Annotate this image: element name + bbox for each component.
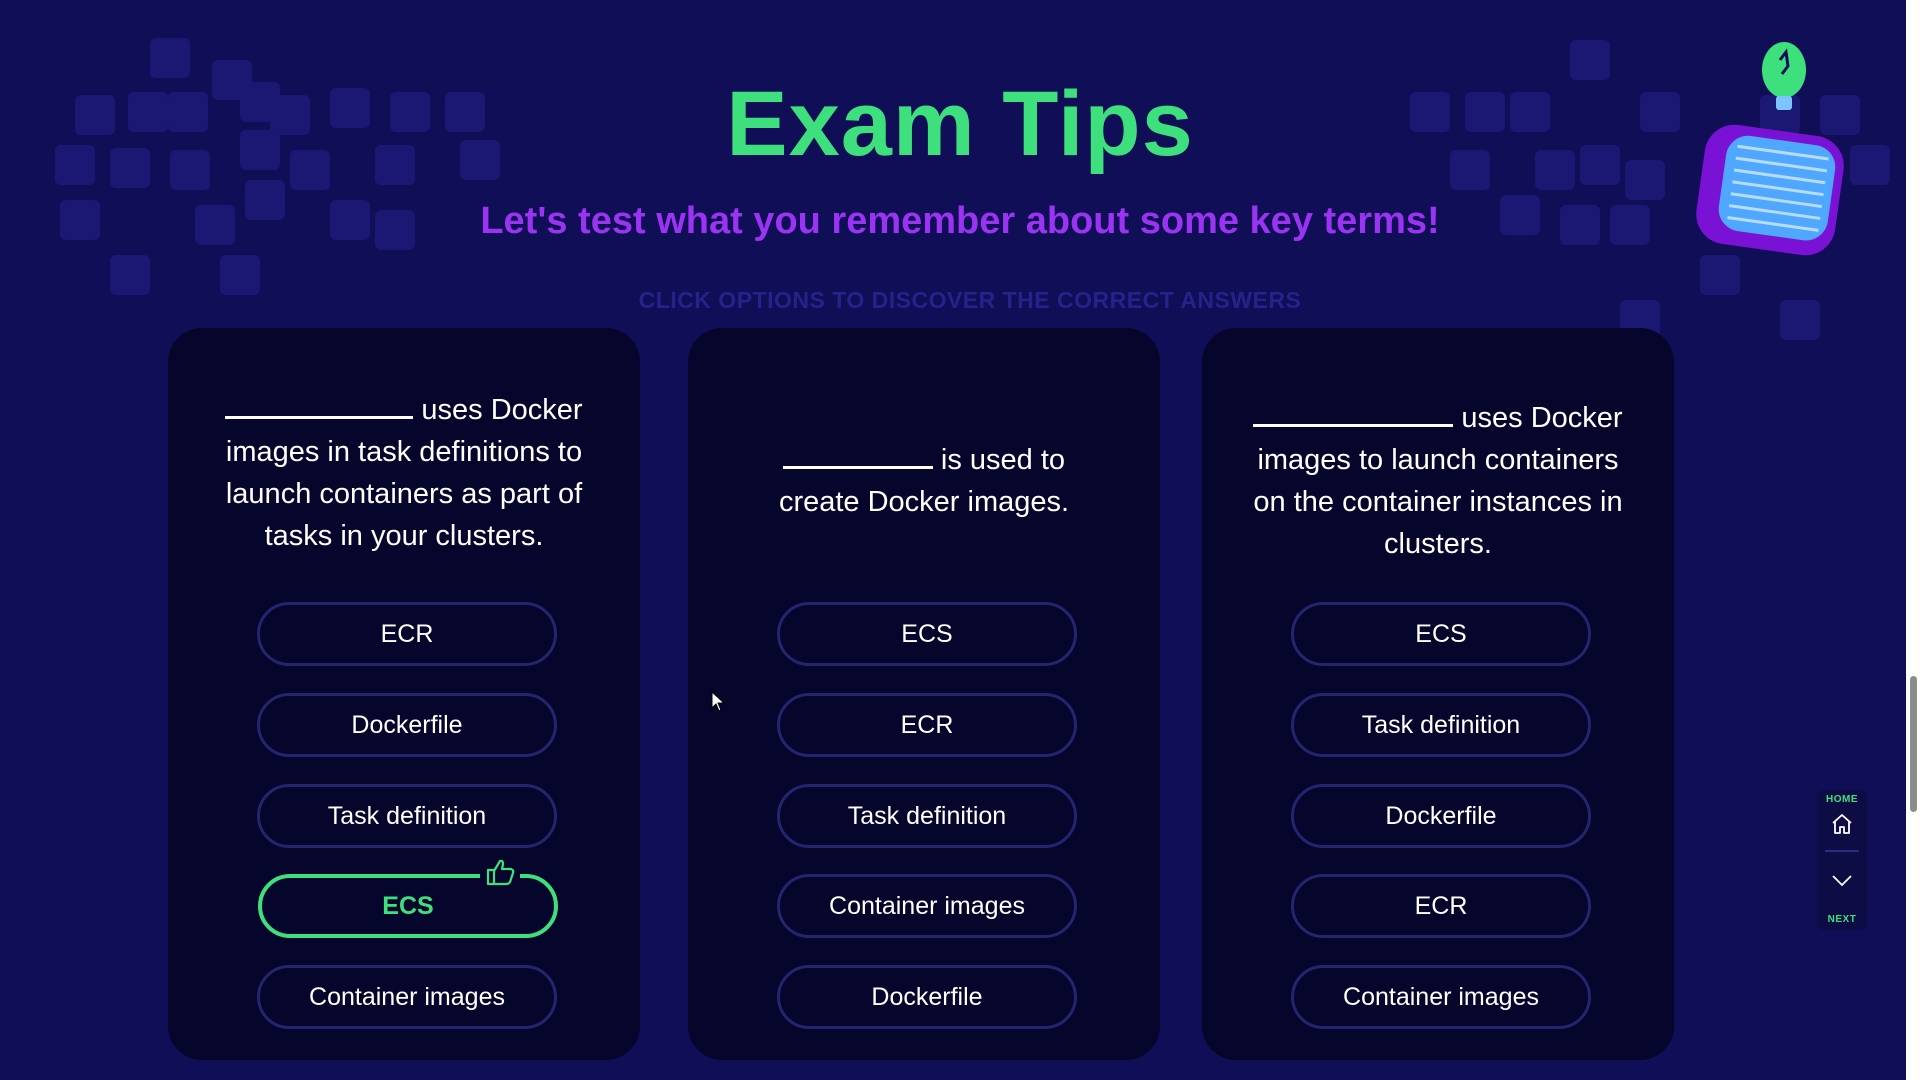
option-button[interactable]: Dockerfile: [1291, 784, 1591, 848]
option-button[interactable]: Task definition: [777, 784, 1077, 848]
thumbs-up-icon: [480, 852, 520, 892]
option-button[interactable]: ECS: [1291, 602, 1591, 666]
answer-blank: [782, 438, 933, 469]
option-button[interactable]: ECS: [777, 602, 1077, 666]
navigation-widget: HOME NEXT: [1817, 790, 1867, 930]
question-card-1: uses Docker images in task definitions t…: [168, 328, 640, 1060]
question-card-3: uses Docker images to launch containers …: [1202, 328, 1674, 1060]
answer-blank: [1253, 396, 1454, 427]
question-card-2: is used to create Docker images. ECS ECR…: [688, 328, 1160, 1060]
scrollbar-track[interactable]: [1906, 0, 1920, 1080]
question-text: is used to create Docker images.: [728, 438, 1120, 523]
option-button[interactable]: Task definition: [1291, 693, 1591, 757]
question-text: uses Docker images to launch containers …: [1242, 396, 1634, 565]
option-button[interactable]: ECR: [257, 602, 557, 666]
mouse-cursor-icon: [711, 691, 726, 712]
option-button-correct[interactable]: ECS: [258, 852, 558, 938]
home-label: HOME: [1826, 794, 1858, 805]
option-button[interactable]: Container images: [257, 965, 557, 1029]
option-button[interactable]: ECR: [1291, 874, 1591, 938]
page-title: Exam Tips: [726, 73, 1194, 175]
chevron-down-icon[interactable]: [1830, 868, 1854, 892]
next-label: NEXT: [1827, 914, 1857, 925]
nav-divider: [1825, 850, 1859, 852]
question-text: uses Docker images in task definitions t…: [208, 388, 600, 557]
option-button[interactable]: Dockerfile: [257, 693, 557, 757]
page-header: Exam Tips Let's test what you remember a…: [0, 78, 1920, 243]
option-button[interactable]: Container images: [777, 874, 1077, 938]
option-button[interactable]: Task definition: [257, 784, 557, 848]
option-button[interactable]: Container images: [1291, 965, 1591, 1029]
option-button[interactable]: Dockerfile: [777, 965, 1077, 1029]
instruction-text: CLICK OPTIONS TO DISCOVER THE CORRECT AN…: [638, 287, 1302, 313]
home-icon[interactable]: [1830, 812, 1854, 836]
option-button[interactable]: ECR: [777, 693, 1077, 757]
page-subtitle: Let's test what you remember about some …: [480, 200, 1440, 242]
answer-blank: [225, 388, 414, 419]
scrollbar-thumb[interactable]: [1910, 676, 1917, 812]
